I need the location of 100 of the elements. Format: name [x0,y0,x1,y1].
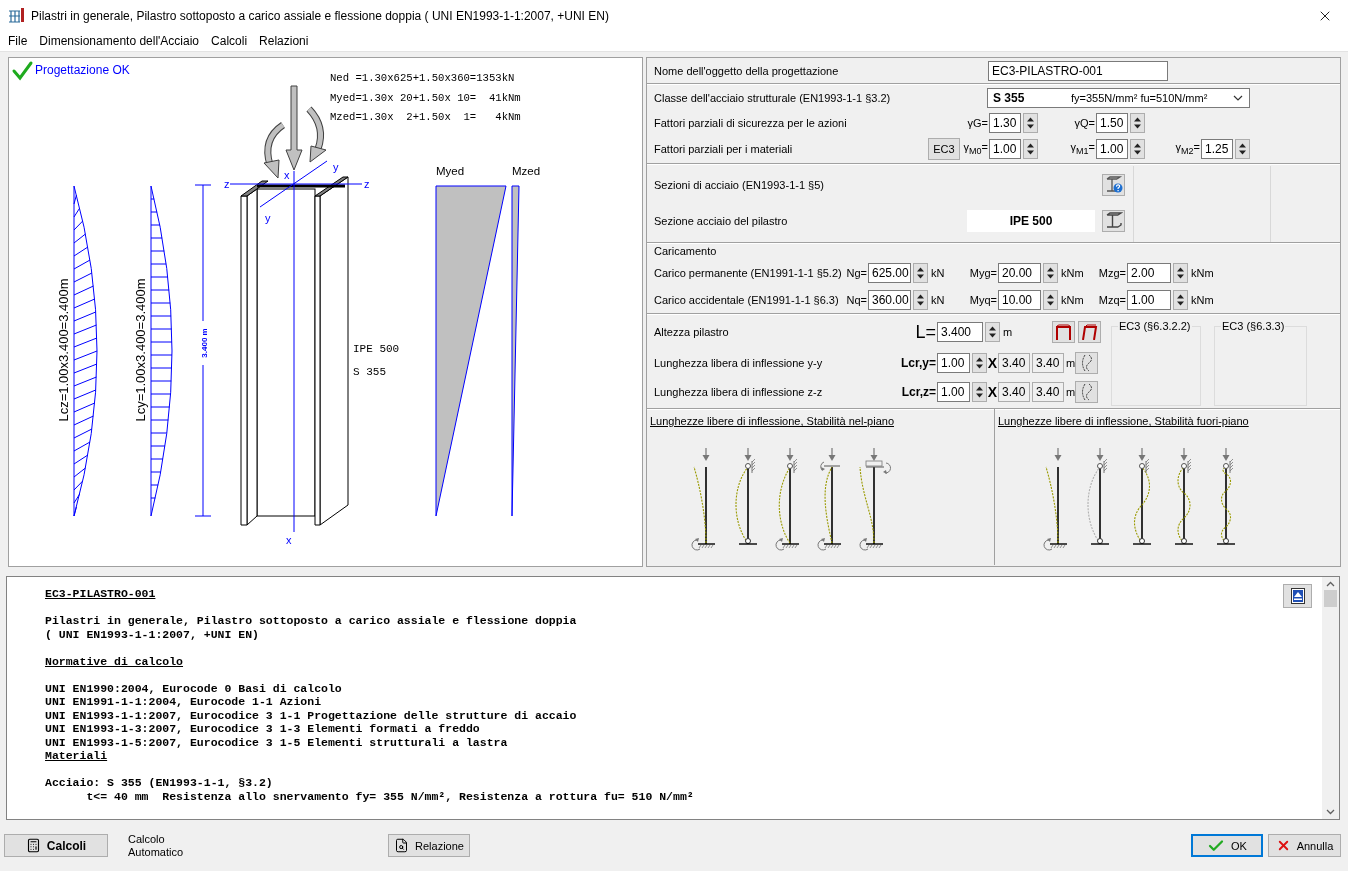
menu-item[interactable]: File [2,31,34,51]
report-button[interactable]: Relazione [388,834,470,857]
steel-grade-label: S 355 [353,366,386,378]
axis-label: z [224,178,230,190]
spin-button[interactable] [1023,138,1038,159]
unit-label: kNm [1060,293,1084,306]
menu-item[interactable]: Relazioni [253,31,315,51]
up-down-arrows-icon [1027,142,1034,155]
menu-item[interactable]: Calcoli [205,31,254,51]
report-line: ( UNI EN1993-1-1:2007, +UNI EN) [45,627,259,641]
document-search-icon [394,838,410,853]
report-line: UNI EN1991-1-1:2004, Eurocode 1-1 Azioni [45,695,322,709]
input-field[interactable]: 1.00 [937,381,970,402]
calculate-button[interactable]: Calcoli [4,834,108,857]
unit-label: m [1065,385,1076,398]
buckling-length-label: Lcy=1.00x3.400=3.400m [133,278,148,422]
spin-button[interactable] [913,262,928,283]
factor-symbol: γ$_{M1}$= [1070,141,1095,156]
axis-label: y [333,161,339,173]
load-symbol: Myq= [969,293,997,306]
spin-button[interactable] [985,322,1000,342]
up-down-arrows-icon [1177,293,1184,306]
report-line: UNI EN1993-1-1:2007, Eurocodice 3 1-1 Progettazione delle strutture di accaio [45,708,577,722]
spin-button[interactable] [972,352,987,373]
spin-button[interactable] [1173,289,1188,310]
report-heading: Materiali [45,749,108,763]
report-line: t<= 40 mm Resistenza allo snervamento fy= 355 N/mm², Resistenza a rottura fu= 510 N/mm² [85,789,694,803]
input-field[interactable]: 1.00 [1096,138,1128,159]
input-field[interactable]: 625.00 [868,262,911,283]
up-down-arrows-icon [989,326,996,338]
unit-label: kNm [1060,266,1084,279]
load-symbol: Mzg= [1098,266,1126,279]
spin-button[interactable] [1130,112,1145,133]
input-field[interactable]: 2.00 [1127,262,1171,283]
ok-button[interactable]: OK [1191,834,1263,857]
input-field[interactable]: 3.400 [937,322,983,342]
input-field[interactable]: 360.00 [868,289,911,310]
ibeam-question-icon [1104,176,1123,194]
section-label: IPE 500 [353,343,400,355]
ec3-button[interactable]: EC3 [928,137,960,160]
field-label: Carico accidentale (EN1991-1-1 §6.3) [654,293,839,306]
input-field[interactable]: 10.00 [998,289,1041,310]
field-label: Lunghezza libera di inflessione y-y [654,356,823,369]
field-label: Sezioni di acciaio (EN1993-1-1 §5) [654,179,824,191]
input-field[interactable]: 1.30 [989,112,1021,133]
up-down-arrows-icon [917,266,924,279]
up-down-arrows-icon [1047,266,1054,279]
spin-button[interactable] [1235,138,1250,159]
axis-label: y [265,212,271,224]
group-box-title: EC3 (§6.3.2.2) [1118,320,1192,332]
menu-item[interactable]: Dimensionamento dell'Acciaio [33,31,206,51]
cancel-button[interactable]: Annulla [1268,834,1341,857]
input-field[interactable]: 1.50 [1096,112,1128,133]
buckling-curve-button[interactable] [1075,380,1098,403]
spin-button[interactable] [1043,262,1058,283]
frame-button[interactable] [1052,321,1075,343]
chevron-up-icon [1326,581,1335,587]
load-formula-text: Mzed=1.30x 2+1.50x 1= 4kNm [330,111,521,123]
spin-button[interactable] [1023,112,1038,133]
up-down-arrows-icon [976,356,983,369]
y-axis-line [259,160,328,208]
input-field[interactable]: 1.25 [1201,138,1233,159]
spin-button[interactable] [1130,138,1145,159]
input-field[interactable]: 1.00 [1127,289,1171,310]
unit-label: kNm [1190,266,1214,279]
field-label: Sezione acciaio del pilastro [654,215,788,227]
vertical-scrollbar[interactable] [1322,577,1339,819]
unit-label: kNm [1190,293,1214,306]
buckling-curve-button[interactable] [1075,351,1098,374]
spin-button[interactable] [1173,262,1188,283]
app-icon [8,7,25,24]
input-field[interactable]: 1.00 [989,138,1021,159]
report-top-button[interactable] [1283,584,1312,608]
buckling-length-label: Lcz=1.00x3.400=3.400m [56,278,71,422]
field-label: Classe dell'acciaio strutturale (EN1993-1-1 §3.2) [654,91,891,104]
spin-button[interactable] [1043,289,1058,310]
steel-class-dropdown[interactable]: S 355 fy=355N/mm² fu=510N/mm² [987,87,1250,108]
scrollbar-thumb[interactable] [1324,590,1337,607]
section-button[interactable] [1102,210,1125,232]
spin-button[interactable] [913,289,928,310]
portal-frame-icon [1081,324,1098,340]
report-line: UNI EN1993-1-3:2007, Eurocodice 3 1-3 Elementi formati a freddo [45,722,480,736]
section-field[interactable]: IPE 500 [967,210,1095,232]
report-line: Pilastri in generale, Pilastro sottoposto a carico assiale e flessione doppia [45,614,577,628]
up-down-arrows-icon [976,385,983,398]
input-field[interactable]: 20.00 [998,262,1041,283]
up-down-arrows-icon [1177,266,1184,279]
length-symbol: Lcr,y= [900,355,936,370]
unit-label: m [1002,326,1013,338]
unit-label: kN [930,293,945,306]
unit-label: kN [930,266,945,279]
ibeam-icon [1104,212,1123,230]
spin-button[interactable] [972,381,987,402]
section-info-button[interactable] [1102,174,1125,196]
frame-button[interactable] [1078,321,1101,343]
length-field: 3.40 [998,352,1030,373]
input-field[interactable]: 1.00 [937,352,970,373]
chevron-down-icon [1233,94,1243,101]
length-symbol: L= [915,321,936,343]
input-field[interactable]: EC3-PILASTRO-001 [988,60,1168,81]
